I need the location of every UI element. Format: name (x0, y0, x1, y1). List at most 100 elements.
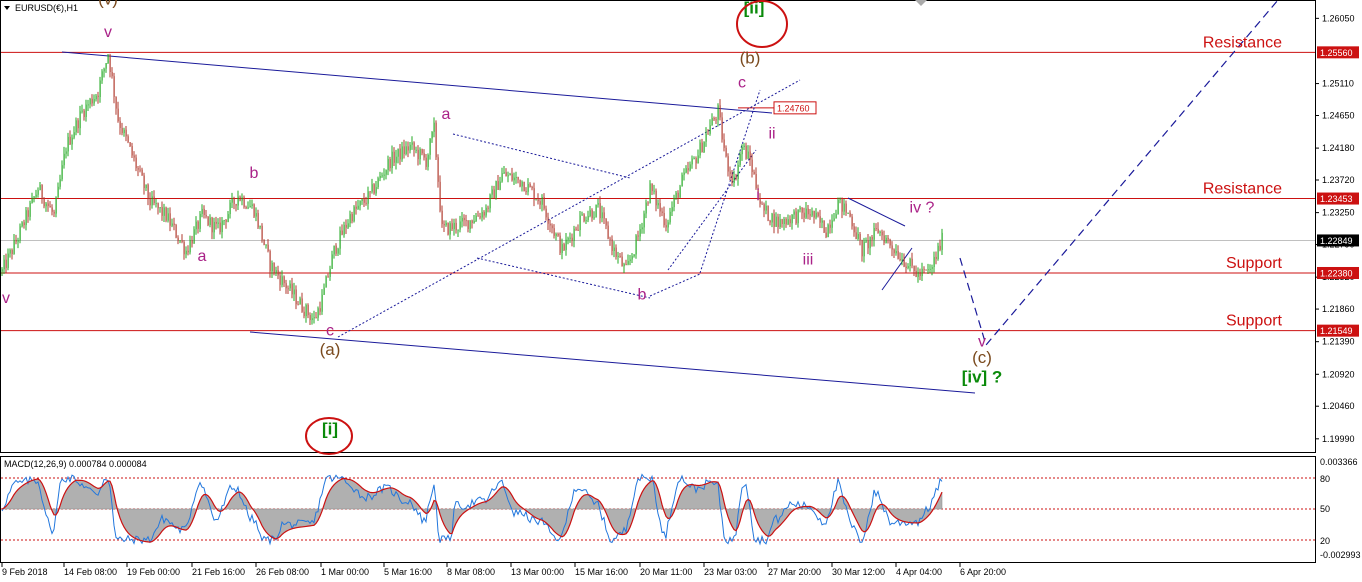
candle-body (67, 136, 69, 152)
candle-body (463, 217, 465, 221)
symbol-title-group[interactable]: EURUSD(€),H1 (4, 3, 78, 13)
candle-body (897, 251, 899, 259)
candle-body (675, 192, 677, 198)
candle-body (179, 240, 181, 242)
wave-label: [iv] ? (962, 368, 1003, 387)
candle-body (161, 207, 163, 216)
candle-body (79, 111, 81, 129)
candle-body (213, 221, 215, 233)
candle-body (629, 259, 631, 262)
candle-body (771, 213, 773, 223)
candle-body (529, 184, 531, 187)
candle-body (327, 276, 329, 278)
candle-body (189, 239, 191, 253)
time-tick-label: 1 Mar 00:00 (321, 567, 369, 577)
candle-body (357, 205, 359, 209)
candle-body (637, 235, 639, 237)
candle-body (243, 197, 245, 207)
candle-body (147, 184, 149, 199)
candle-body (577, 229, 579, 231)
candle-body (785, 218, 787, 225)
candle-body (925, 269, 927, 271)
candle-body (807, 208, 809, 215)
candle-body (889, 239, 891, 246)
candle-body (81, 110, 83, 112)
candle-body (187, 250, 189, 253)
price-tick-label: 1.20460 (1322, 401, 1355, 411)
candle-body (821, 220, 823, 223)
candle-body (73, 132, 75, 138)
candle-body (519, 179, 521, 187)
candle-body (57, 186, 59, 198)
candle-body (323, 287, 325, 295)
level-label: Resistance (1203, 34, 1282, 51)
candle-body (375, 187, 377, 194)
candle-body (287, 288, 289, 290)
wave-label: (b) (740, 48, 761, 67)
candle-body (563, 244, 565, 250)
candle-body (143, 175, 145, 189)
candle-body (693, 158, 695, 160)
candle-body (485, 207, 487, 216)
candle-body (139, 169, 141, 171)
candle-body (25, 210, 27, 226)
candle-body (801, 207, 803, 213)
candle-body (619, 255, 621, 257)
candle-body (489, 194, 491, 209)
candle-body (919, 272, 921, 277)
candle-body (333, 245, 335, 255)
candle-body (331, 254, 333, 269)
candle-body (119, 121, 121, 128)
candle-body (877, 228, 879, 233)
candle-body (111, 71, 113, 77)
candle-body (641, 227, 643, 230)
candle-body (455, 222, 457, 231)
candle-body (499, 181, 501, 190)
candle-body (11, 249, 13, 254)
wave-label: iii (803, 252, 814, 269)
candle-body (783, 218, 785, 225)
candle-body (235, 204, 237, 206)
candle-body (705, 133, 707, 142)
price-tick-label: 1.24650 (1322, 110, 1355, 120)
candle-body (829, 224, 831, 228)
candle-body (169, 213, 171, 226)
candle-body (237, 196, 239, 206)
candle-body (167, 213, 169, 221)
candle-body (443, 224, 445, 226)
candle-body (293, 289, 295, 295)
candle-body (601, 212, 603, 219)
candle-body (669, 211, 671, 223)
candle-body (883, 235, 885, 243)
candle-body (581, 214, 583, 216)
candle-body (203, 208, 205, 215)
candle-body (109, 54, 111, 72)
candle-body (205, 214, 207, 217)
candle-body (573, 228, 575, 241)
candle-body (743, 145, 745, 147)
candle-body (347, 223, 349, 228)
candle-body (833, 218, 835, 221)
symbol-title: EURUSD(€),H1 (15, 3, 78, 13)
candle-body (121, 127, 123, 134)
candle-body (417, 149, 419, 160)
candle-body (827, 224, 829, 238)
candle-body (251, 204, 253, 206)
candle-body (555, 233, 557, 236)
candle-body (909, 258, 911, 267)
candle-body (657, 203, 659, 206)
candle-body (195, 221, 197, 230)
candle-body (659, 203, 661, 212)
macd-scale-label: -0.002993 (1320, 550, 1361, 560)
candle-body (515, 176, 517, 178)
candle-body (341, 230, 343, 235)
candle-body (899, 258, 901, 261)
candle-body (33, 196, 35, 198)
candle-body (163, 207, 165, 216)
candle-body (261, 225, 263, 240)
candle-body (255, 213, 257, 217)
candle-body (633, 254, 635, 257)
candle-body (665, 225, 667, 228)
wave-label: v (104, 24, 112, 41)
level-label: Support (1226, 255, 1283, 272)
